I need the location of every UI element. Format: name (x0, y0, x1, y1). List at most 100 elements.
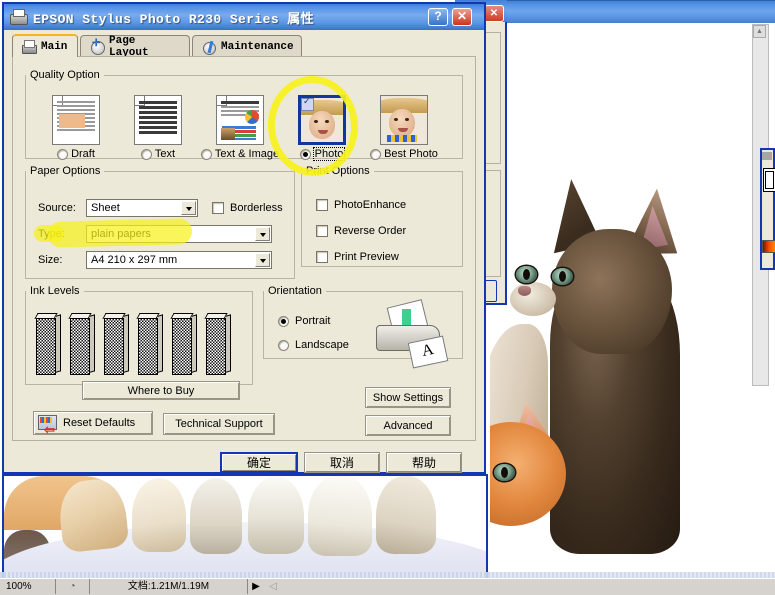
source-dropdown[interactable]: Sheet (86, 199, 198, 217)
chevron-down-icon[interactable] (255, 253, 270, 267)
reset-defaults-button[interactable]: ⇦ Reset Defaults (33, 411, 153, 435)
tab-main[interactable]: Main (12, 34, 78, 57)
checkbox-borderless[interactable] (212, 202, 224, 214)
orientation-portrait-row[interactable]: Portrait (278, 315, 330, 327)
preview-icon[interactable]: ◔ (56, 579, 90, 594)
statusbar-menu-arrow-icon[interactable]: ▶ (248, 579, 264, 594)
close-icon[interactable]: ✕ (452, 8, 472, 26)
tab-panel-main: Quality Option Draft (12, 56, 476, 441)
quality-option-text[interactable]: Text (116, 95, 200, 160)
scroll-up-icon[interactable]: ▲ (753, 25, 766, 38)
type-label: Type: (38, 228, 80, 240)
help-button[interactable]: ? (428, 8, 448, 26)
panel-grip-icon[interactable] (762, 152, 772, 160)
paper-size-row: Size: A4 210 x 297 mm (38, 251, 272, 269)
quality-option-best-photo-label: Best Photo (384, 148, 438, 160)
zoom-level-field[interactable]: 100% (2, 579, 56, 594)
ink-levels-legend: Ink Levels (26, 285, 84, 297)
radio-photo[interactable] (300, 149, 311, 160)
statusbar-resize-icon[interactable]: ◁ (264, 579, 282, 594)
checkbox-reverse-order[interactable] (316, 225, 328, 237)
ok-button[interactable]: 确定 (220, 452, 298, 473)
technical-support-button[interactable]: Technical Support (163, 413, 275, 435)
reverse-order-label: Reverse Order (334, 225, 406, 237)
borderless-checkbox-row[interactable]: Borderless (212, 202, 283, 214)
kitten-paw (248, 476, 304, 554)
dialog-title: EPSON Stylus Photo R230 Series 属性 (33, 8, 314, 27)
quality-option-draft[interactable]: Draft (34, 95, 118, 160)
print-preview-label: Print Preview (334, 251, 399, 263)
best-photo-thumbnail-icon (380, 95, 428, 145)
ink-levels-group: Ink Levels Where to Buy (25, 285, 253, 385)
background-color-swatch[interactable] (765, 171, 774, 189)
kitten-paw (376, 476, 436, 554)
background-dialog-close-icon[interactable]: ✕ (484, 5, 504, 22)
landscape-label: Landscape (295, 339, 349, 351)
document-canvas-photo-bottom (2, 474, 488, 582)
tab-page-layout-label: Page Layout (109, 35, 181, 59)
borderless-label: Borderless (230, 202, 283, 214)
checkbox-photoenhance[interactable] (316, 199, 328, 211)
gradient-swatch-icon[interactable] (762, 240, 775, 253)
orientation-legend: Orientation (264, 285, 326, 297)
quality-option-photo[interactable]: Photo (280, 95, 364, 160)
radio-text[interactable] (141, 149, 152, 160)
where-to-buy-button[interactable]: Where to Buy (82, 381, 240, 400)
quality-option-text-image[interactable]: Text & Image (198, 95, 282, 160)
orientation-preview-icon: A (370, 303, 450, 363)
chevron-down-icon[interactable] (181, 201, 196, 215)
ink-cartridge (36, 313, 60, 375)
tabstrip: Main Page Layout Maintenance (12, 35, 476, 57)
source-label: Source: (38, 202, 80, 214)
reverse-order-checkbox-row[interactable]: Reverse Order (316, 225, 406, 237)
cancel-button[interactable]: 取消 (304, 452, 380, 473)
dark-kitten-right-eye (552, 268, 573, 285)
radio-portrait[interactable] (278, 316, 289, 327)
document-size-label: 文档:1.21M/1.19M (90, 579, 248, 594)
document-canvas-photo (490, 24, 752, 584)
chevron-down-icon[interactable] (255, 227, 270, 241)
dark-kitten-muzzle (510, 282, 556, 316)
photoenhance-label: PhotoEnhance (334, 199, 406, 211)
radio-text-image[interactable] (201, 149, 212, 160)
paper-options-group: Paper Options Source: Sheet Type: plain … (25, 165, 295, 279)
paper-type-row: Type: plain papers (38, 225, 272, 243)
reset-defaults-label: Reset Defaults (63, 417, 135, 429)
quality-option-text-image-label: Text & Image (215, 148, 279, 160)
dark-kitten-left-eye (516, 266, 537, 283)
size-label: Size: (38, 254, 80, 266)
ink-cartridge (206, 313, 230, 375)
show-settings-button[interactable]: Show Settings (365, 387, 451, 408)
kitten-paw (308, 476, 372, 556)
quality-option-text-label: Text (155, 148, 175, 160)
type-dropdown[interactable]: plain papers (86, 225, 272, 243)
radio-best-photo[interactable] (370, 149, 381, 160)
print-options-legend: Print Options (302, 165, 374, 177)
checkbox-print-preview[interactable] (316, 251, 328, 263)
statusbar: 100% ◔ 文档:1.21M/1.19M ▶ ◁ (0, 578, 775, 595)
orientation-landscape-row[interactable]: Landscape (278, 339, 349, 351)
portrait-label: Portrait (295, 315, 330, 327)
dialog-titlebar[interactable]: EPSON Stylus Photo R230 Series 属性 (4, 4, 484, 30)
background-window-titlebar[interactable]: ✕ (488, 0, 775, 23)
ink-cartridge (70, 313, 94, 375)
advanced-button[interactable]: Advanced (365, 415, 451, 436)
source-value: Sheet (91, 202, 120, 214)
tab-page-layout[interactable]: Page Layout (80, 35, 190, 57)
print-preview-checkbox-row[interactable]: Print Preview (316, 251, 399, 263)
quality-option-best-photo[interactable]: Best Photo (362, 95, 446, 160)
tab-maintenance[interactable]: Maintenance (192, 35, 302, 57)
quality-option-legend: Quality Option (26, 69, 104, 81)
help-button-bottom[interactable]: 帮助 (386, 452, 462, 473)
type-value: plain papers (91, 228, 151, 240)
epson-printer-properties-dialog[interactable]: EPSON Stylus Photo R230 Series 属性 ? ✕ Ma… (2, 2, 486, 474)
printer-icon (21, 40, 37, 54)
size-dropdown[interactable]: A4 210 x 297 mm (86, 251, 272, 269)
ink-cartridge (172, 313, 196, 375)
radio-landscape[interactable] (278, 340, 289, 351)
size-value: A4 210 x 297 mm (91, 254, 177, 266)
photoenhance-checkbox-row[interactable]: PhotoEnhance (316, 199, 406, 211)
text-thumbnail-icon (134, 95, 182, 145)
radio-draft[interactable] (57, 149, 68, 160)
tab-main-label: Main (41, 41, 67, 53)
